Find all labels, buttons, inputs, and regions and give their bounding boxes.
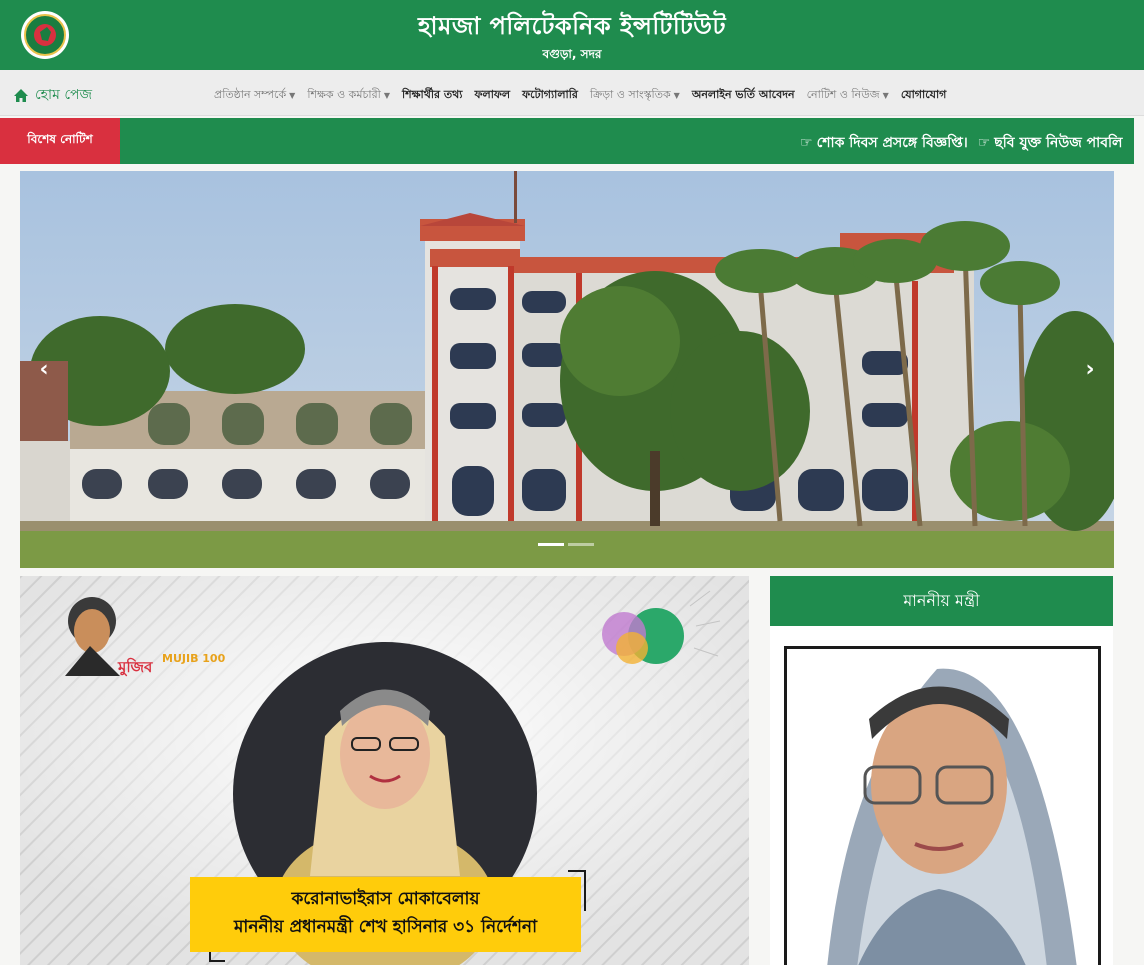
- nav-item-contact[interactable]: যোগাযোগ: [901, 86, 947, 105]
- mujib-logo-text: মুজিব: [118, 658, 153, 676]
- banner-caption-line2: মাননীয় প্রধানমন্ত্রী শেখ হাসিনার ৩১ নির…: [233, 917, 538, 937]
- notice-scroll: ☞ শোক দিবস প্রসঙ্গে বিজ্ঞপ্তি। ☞ ছবি যুক্ত…: [800, 131, 1122, 155]
- home-link-label: হোম পেজ: [35, 87, 93, 103]
- banner-caption: করোনাভাইরাস মোকাবেলায় মাননীয় প্রধানমন্…: [190, 877, 581, 952]
- pointing-hand-icon: ☞: [800, 135, 813, 151]
- minister-photo[interactable]: [784, 646, 1101, 965]
- notice-ticker: বিশেষ নোটিশ ☞ শোক দিবস প্রসঙ্গে বিজ্ঞপ্তি…: [0, 118, 1134, 164]
- notice-label: বিশেষ নোটিশ: [0, 118, 120, 164]
- slider-indicators: [538, 543, 594, 546]
- site-title: হামজা পলিটেকনিক ইন্সটিটিউট: [417, 12, 727, 40]
- campus-photo: [20, 171, 1114, 568]
- slider-prev-button[interactable]: ‹: [32, 355, 56, 385]
- site-header: হামজা পলিটেকনিক ইন্সটিটিউট বগুড়া, সদর: [0, 0, 1144, 70]
- home-icon: [13, 88, 29, 103]
- home-link[interactable]: হোম পেজ: [13, 83, 92, 107]
- mujib-100-logo: MUJIB 100: [162, 652, 226, 665]
- nav-item-staff[interactable]: শিক্ষক ও কর্মচারী ▼: [307, 86, 390, 105]
- minister-portrait: [787, 649, 1098, 965]
- slider-dot[interactable]: [538, 543, 564, 546]
- nav-menu: প্রতিষ্ঠান সম্পর্কে ▼ শিক্ষক ও কর্মচারী ▼ …: [214, 86, 946, 105]
- image-slider: ‹ ›: [20, 171, 1114, 568]
- slider-dot[interactable]: [568, 543, 594, 546]
- site-subtitle: বগুড়া, সদর: [542, 47, 602, 61]
- pointing-hand-icon: ☞: [977, 135, 991, 151]
- nav-item-student-info[interactable]: শিক্ষার্থীর তথ্য: [402, 86, 462, 105]
- nav-item-notice-news[interactable]: নোটিশ ও নিউজ ▼: [807, 86, 889, 105]
- slider-next-button[interactable]: ›: [1078, 355, 1102, 385]
- nav-item-sports-culture[interactable]: ক্রিড়া ও সাংস্কৃতিক ▼: [590, 86, 680, 105]
- chevron-down-icon: ▼: [383, 91, 390, 100]
- minister-widget-title: মাননীয় মন্ত্রী: [770, 576, 1113, 626]
- chevron-down-icon: ▼: [882, 91, 889, 100]
- minister-widget: মাননীয় মন্ত্রী: [770, 576, 1113, 965]
- main-navigation: হোম পেজ প্রতিষ্ঠান সম্পর্কে ▼ শিক্ষক ও কর…: [0, 70, 1144, 116]
- nav-item-online-admission[interactable]: অনলাইন ভর্তি আবেদন: [692, 86, 795, 105]
- nav-item-about[interactable]: প্রতিষ্ঠান সম্পর্কে ▼: [214, 86, 295, 105]
- chevron-down-icon: ▼: [289, 91, 296, 100]
- notice-item[interactable]: ☞ শোক দিবস প্রসঙ্গে বিজ্ঞপ্তি।: [800, 131, 968, 155]
- notice-item[interactable]: ☞ ছবি যুক্ত নিউজ পাবলি: [978, 131, 1123, 155]
- banner-caption-line1: করোনাভাইরাস মোকাবেলায়: [291, 889, 480, 909]
- chevron-down-icon: ▼: [673, 91, 680, 100]
- promo-banner[interactable]: মুজিব MUJIB 100 করোনাভাইরাস মোকাবেলায় ম…: [20, 576, 749, 965]
- nav-item-photo-gallery[interactable]: ফটোগ্যালারি: [522, 86, 578, 105]
- nav-item-results[interactable]: ফলাফল: [474, 86, 510, 105]
